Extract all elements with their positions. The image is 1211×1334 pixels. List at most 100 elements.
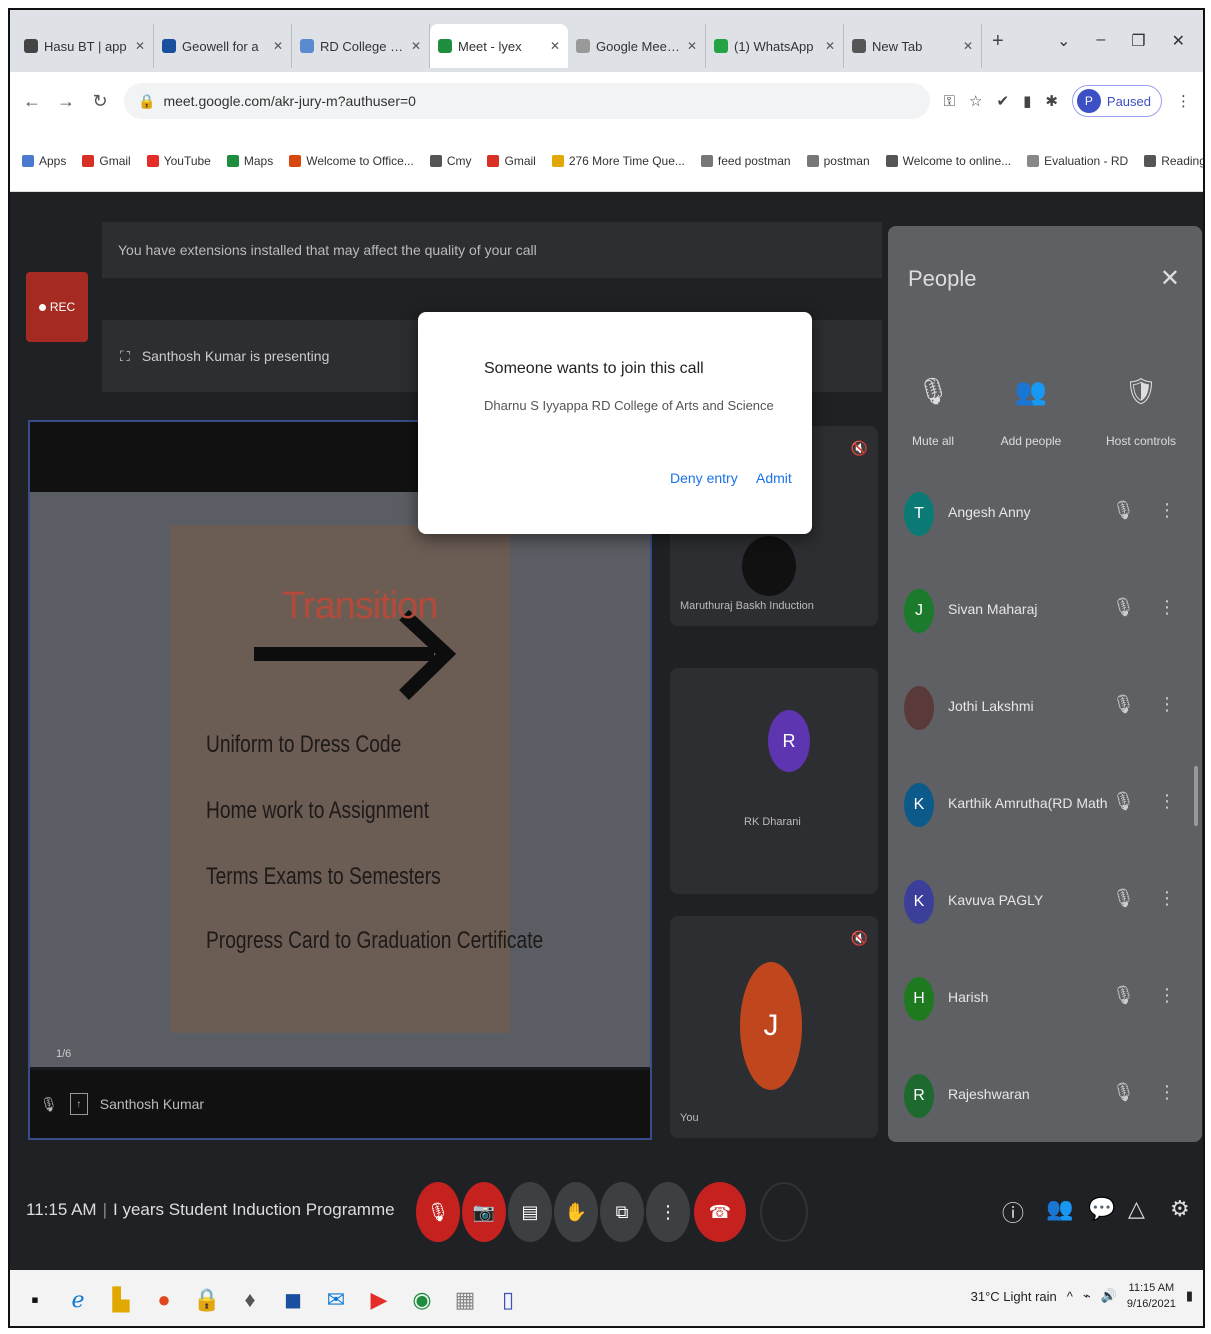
browser-tab[interactable]: Geowell for a ✕	[154, 24, 292, 68]
mic-off-icon[interactable]: 🎙	[1112, 888, 1135, 909]
mic-off-icon[interactable]: 🎙	[1112, 791, 1135, 812]
youtube-icon[interactable]: ▶	[364, 1282, 394, 1318]
profile-paused-button[interactable]: P Paused	[1071, 85, 1162, 117]
browser-tab[interactable]: (1) WhatsApp ✕	[706, 24, 844, 68]
bookmark-item[interactable]: Reading list	[1144, 154, 1203, 168]
participant-row[interactable]: Jothi Lakshmi 🎙 ⋮	[888, 664, 1202, 762]
more-vert-icon[interactable]: ⋮	[1158, 791, 1176, 812]
edge-icon[interactable]: ℯ	[63, 1282, 93, 1318]
star-icon[interactable]: ☆	[969, 92, 982, 110]
mic-off-icon[interactable]: 🎙	[1112, 597, 1135, 618]
minimize-icon[interactable]: –	[1096, 31, 1105, 51]
app-icon[interactable]: ♦	[235, 1282, 265, 1318]
mail-icon[interactable]: ✉	[321, 1282, 351, 1318]
restore-icon[interactable]: ❐	[1131, 31, 1145, 51]
extension-icon[interactable]: ▮	[1023, 92, 1031, 110]
mic-off-icon[interactable]: 🎙	[1112, 985, 1135, 1006]
word-icon[interactable]: ◼	[278, 1282, 308, 1318]
back-icon[interactable]: ←	[22, 91, 42, 112]
participant-row[interactable]: H Harish 🎙 ⋮	[888, 955, 1202, 1053]
address-bar[interactable]: 🔒 meet.google.com/akr-jury-m?authuser=0	[124, 83, 930, 119]
network-icon[interactable]: ⌁	[1083, 1288, 1091, 1304]
activities-icon[interactable]: △	[1128, 1196, 1145, 1222]
leave-call-button[interactable]: ☎	[694, 1182, 746, 1242]
bookmark-item[interactable]: Cmy	[429, 154, 471, 168]
bookmark-item[interactable]: feed postman	[700, 154, 791, 168]
deny-entry-button[interactable]: Deny entry	[670, 470, 738, 486]
store-icon[interactable]: 🔒	[192, 1282, 222, 1318]
menu-kebab-icon[interactable]: ⋮	[1176, 92, 1191, 110]
puzzle-icon[interactable]: ✱	[1045, 92, 1058, 110]
browser-tab[interactable]: Google Meet fo ✕	[568, 24, 706, 68]
participant-row[interactable]: K Karthik Amrutha(RD Math) 🎙 ⋮	[888, 761, 1202, 859]
volume-icon[interactable]: 🔊	[1101, 1288, 1117, 1304]
tab-close-icon[interactable]: ✕	[550, 39, 560, 53]
start-icon[interactable]: ▪	[20, 1282, 50, 1318]
bookmark-item[interactable]: Maps	[226, 154, 273, 168]
bookmark-item[interactable]: Welcome to Office...	[289, 154, 414, 168]
new-tab-icon[interactable]: +	[992, 30, 1004, 53]
app-icon[interactable]: ●	[149, 1282, 179, 1318]
tab-close-icon[interactable]: ✕	[825, 39, 835, 53]
close-icon[interactable]: ✕	[1160, 264, 1180, 293]
weather-text[interactable]: 31°C Light rain	[971, 1289, 1057, 1304]
mic-toggle-button[interactable]: 🎙	[416, 1182, 460, 1242]
add-people-button[interactable]: 👥 Add people	[986, 376, 1076, 448]
bookmark-item[interactable]: Gmail	[487, 154, 536, 168]
more-vert-icon[interactable]: ⋮	[1158, 500, 1176, 521]
key-icon[interactable]: ⚿	[944, 93, 955, 110]
present-button[interactable]: ⧉	[600, 1182, 644, 1242]
info-icon[interactable]: ⓘ	[1002, 1196, 1024, 1228]
bookmark-item[interactable]: YouTube	[146, 154, 211, 168]
self-tile[interactable]: 🔇 J You	[670, 916, 878, 1138]
admit-button[interactable]: Admit	[756, 470, 792, 486]
participant-row[interactable]: K Kavuva PAGLY 🎙 ⋮	[888, 858, 1202, 956]
bookmark-item[interactable]: Gmail	[82, 154, 131, 168]
app-icon[interactable]: ▦	[450, 1282, 480, 1318]
host-controls-icon[interactable]: ⚙	[1170, 1196, 1190, 1222]
app-icon[interactable]: ▯	[493, 1282, 523, 1318]
mic-off-icon[interactable]: 🎙	[1112, 500, 1135, 521]
chevron-up-icon[interactable]: ^	[1067, 1289, 1073, 1304]
close-window-icon[interactable]: ✕	[1172, 31, 1185, 51]
bookmark-item[interactable]: Apps	[22, 154, 66, 168]
participant-row[interactable]: R Rajeshwaran 🎙 ⋮	[888, 1052, 1202, 1142]
more-options-button[interactable]: ⋮	[646, 1182, 690, 1242]
tab-close-icon[interactable]: ✕	[135, 39, 145, 53]
extension-check-icon[interactable]: ✔	[996, 92, 1009, 110]
participant-row[interactable]: T Angesh Anny 🎙 ⋮	[888, 470, 1202, 568]
participant-row[interactable]: J Sivan Maharaj 🎙 ⋮	[888, 567, 1202, 665]
tab-close-icon[interactable]: ✕	[411, 39, 421, 53]
mic-off-icon[interactable]: 🎙	[1112, 1082, 1135, 1103]
bookmark-item[interactable]: postman	[806, 154, 870, 168]
captions-button[interactable]: ▤	[508, 1182, 552, 1242]
bookmark-item[interactable]: 276 More Time Que...	[551, 154, 685, 168]
browser-tab[interactable]: Hasu BT | app ✕	[16, 24, 154, 68]
participant-tile[interactable]: R RK Dharani	[670, 668, 878, 894]
tab-close-icon[interactable]: ✕	[963, 39, 973, 53]
taskbar-clock[interactable]: 11:15 AM 9/16/2021	[1127, 1280, 1176, 1312]
tab-search-icon[interactable]: ⌄	[1057, 31, 1070, 51]
more-vert-icon[interactable]: ⋮	[1158, 597, 1176, 618]
more-vert-icon[interactable]: ⋮	[1158, 888, 1176, 909]
bookmark-item[interactable]: Evaluation - RD	[1027, 154, 1128, 168]
more-vert-icon[interactable]: ⋮	[1158, 694, 1176, 715]
mute-all-button[interactable]: 🎙 Mute all	[888, 376, 978, 448]
tab-close-icon[interactable]: ✕	[273, 39, 283, 53]
mic-off-icon[interactable]: 🎙	[1112, 694, 1135, 715]
reload-icon[interactable]: ↻	[90, 91, 110, 112]
notifications-icon[interactable]: ▮	[1186, 1288, 1193, 1304]
browser-tab[interactable]: RD College of Ar ✕	[292, 24, 430, 68]
chrome-icon[interactable]: ◉	[407, 1282, 437, 1318]
raise-hand-button[interactable]: ✋	[554, 1182, 598, 1242]
bookmark-item[interactable]: Welcome to online...	[885, 154, 1011, 168]
more-vert-icon[interactable]: ⋮	[1158, 985, 1176, 1006]
people-icon[interactable]: 👥	[1046, 1196, 1073, 1222]
more-vert-icon[interactable]: ⋮	[1158, 1082, 1176, 1103]
chat-icon[interactable]: 💬	[1088, 1196, 1115, 1222]
scrollbar[interactable]	[1194, 766, 1198, 826]
host-controls-button[interactable]: 🛡 Host controls	[1096, 376, 1186, 448]
forward-icon[interactable]: →	[56, 91, 76, 112]
browser-tab[interactable]: New Tab ✕	[844, 24, 982, 68]
file-explorer-icon[interactable]: ▙	[106, 1282, 136, 1318]
